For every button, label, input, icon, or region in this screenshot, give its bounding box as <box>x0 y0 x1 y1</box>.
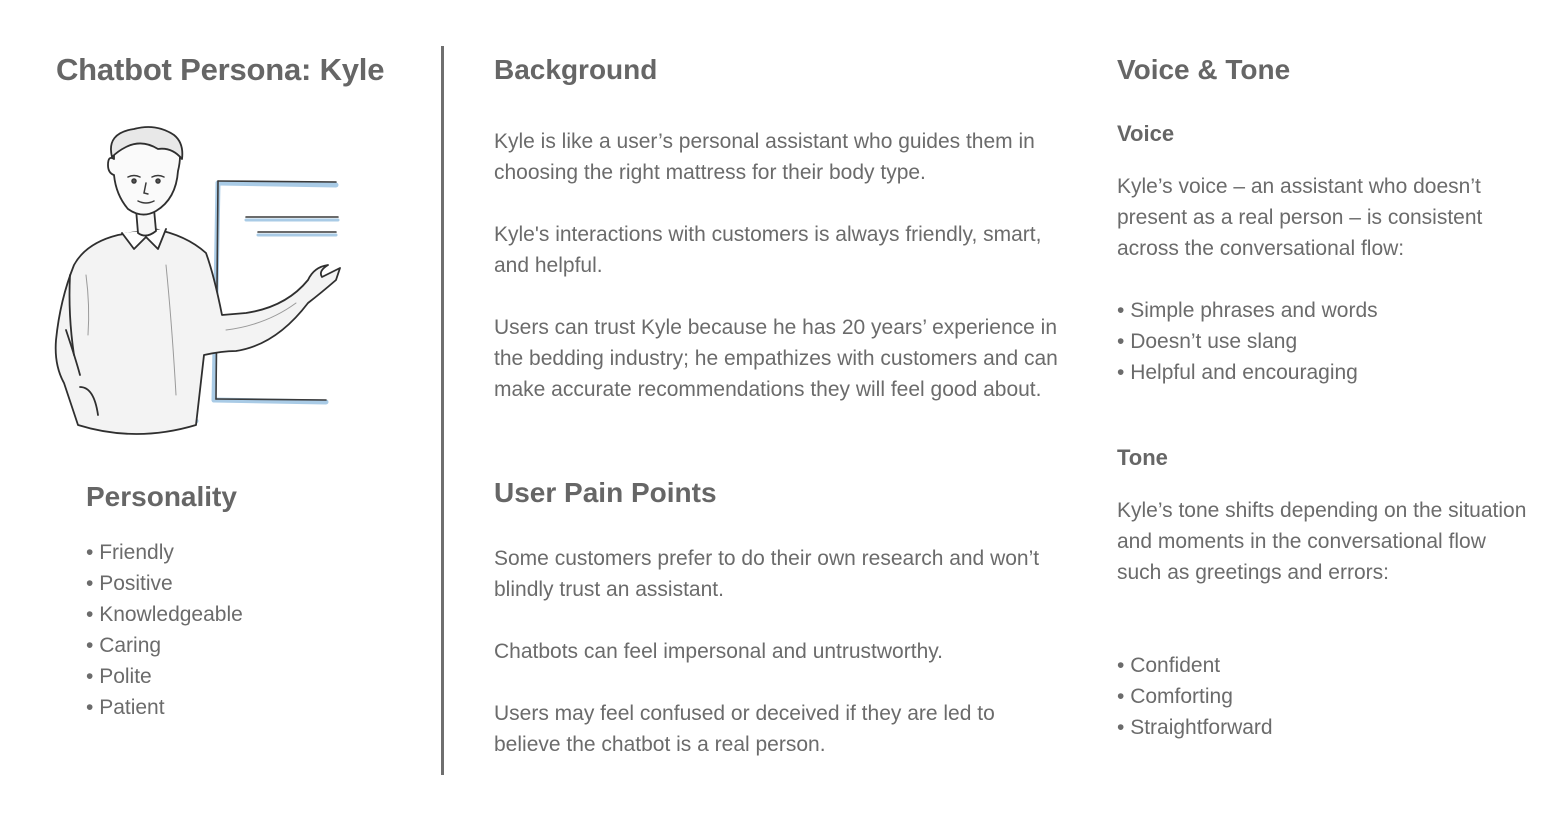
list-item: Polite <box>86 661 243 692</box>
background-paragraph: Users can trust Kyle because he has 20 y… <box>494 316 1058 401</box>
pain-point-paragraph: Users may feel confused or deceived if t… <box>494 702 995 756</box>
tone-heading: Tone <box>1117 445 1168 470</box>
voice-description: Kyle’s voice – an assistant who doesn’t … <box>1117 175 1483 260</box>
list-item: Positive <box>86 568 243 599</box>
list-item: Doesn’t use slang <box>1117 326 1378 357</box>
list-item: Patient <box>86 692 243 723</box>
personality-list: Friendly Positive Knowledgeable Caring P… <box>86 537 243 723</box>
pain-point-paragraph: Some customers prefer to do their own re… <box>494 547 1040 601</box>
voice-list: Simple phrases and words Doesn’t use sla… <box>1117 295 1378 388</box>
tone-list: Confident Comforting Straightforward <box>1117 650 1273 743</box>
voice-heading: Voice <box>1117 121 1175 146</box>
voice-tone-heading: Voice & Tone <box>1117 54 1291 85</box>
background-paragraph: Kyle's interactions with customers is al… <box>494 223 1042 277</box>
pain-points-heading: User Pain Points <box>494 477 717 508</box>
page-title: Chatbot Persona: Kyle <box>56 52 385 87</box>
person-sketch <box>54 126 341 435</box>
list-item: Comforting <box>1117 681 1273 712</box>
column-divider <box>441 46 444 775</box>
tone-description: Kyle’s tone shifts depending on the situ… <box>1117 499 1527 584</box>
pain-point-paragraph: Chatbots can feel impersonal and untrust… <box>494 640 944 663</box>
list-item: Straightforward <box>1117 712 1272 743</box>
list-item: Caring <box>86 630 243 661</box>
list-item: Knowledgeable <box>86 599 243 630</box>
persona-illustration <box>54 126 341 435</box>
list-item: Friendly <box>86 537 243 568</box>
list-item: Confident <box>1117 650 1273 681</box>
list-item: Simple phrases and words <box>1117 295 1377 326</box>
background-heading: Background <box>494 54 658 85</box>
list-item: Helpful and encouraging <box>1117 357 1378 388</box>
personality-heading: Personality <box>86 481 237 512</box>
background-paragraph: Kyle is like a user’s personal assistant… <box>494 130 1035 184</box>
